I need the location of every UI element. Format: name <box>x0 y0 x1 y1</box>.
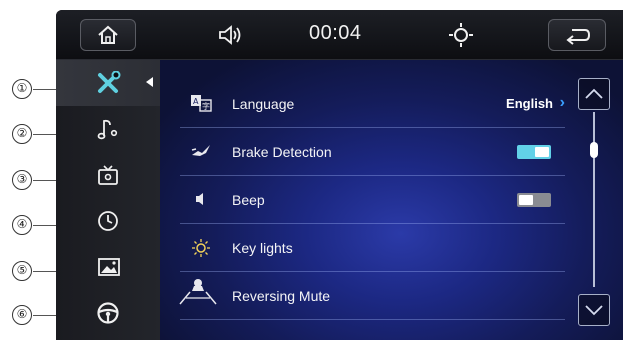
callout-6: ⑥ <box>12 305 32 325</box>
setting-label: Language <box>232 96 295 112</box>
scroll-thumb[interactable] <box>590 142 598 158</box>
beep-toggle[interactable] <box>517 193 551 207</box>
setting-label: Beep <box>232 192 265 208</box>
setting-label: Brake Detection <box>232 144 332 160</box>
reversing-icon <box>179 279 217 305</box>
home-button[interactable] <box>80 19 136 51</box>
toggle-knob <box>519 195 533 205</box>
sidebar-item-audio[interactable] <box>56 106 160 152</box>
brake-detection-toggle[interactable] <box>517 145 551 159</box>
language-value[interactable]: English <box>506 96 553 111</box>
sidebar-item-time[interactable] <box>56 198 160 244</box>
volume-icon[interactable] <box>217 24 243 46</box>
setting-row-brake-detection[interactable]: Brake Detection <box>180 128 565 176</box>
head-unit-screen: 00:04 A 字 Language English › Brake Detec… <box>56 10 623 340</box>
svg-text:字: 字 <box>202 101 210 111</box>
clock-icon <box>98 211 118 231</box>
sidebar-item-picture[interactable] <box>56 244 160 290</box>
language-icon: A 字 <box>191 95 212 112</box>
setting-label: Reversing Mute <box>232 288 331 304</box>
divider <box>180 319 565 320</box>
clock: 00:04 <box>309 22 362 44</box>
tv-icon <box>98 165 118 185</box>
callout-4: ④ <box>12 215 32 235</box>
scrollbar[interactable] <box>574 60 623 340</box>
tools-icon <box>98 71 121 93</box>
chevron-up-icon <box>585 88 603 99</box>
brake-icon <box>191 145 210 156</box>
home-icon <box>98 25 118 44</box>
toggle-knob <box>535 147 549 157</box>
setting-row-language[interactable]: A 字 Language English › <box>180 80 565 128</box>
back-icon <box>566 29 591 45</box>
svg-text:A: A <box>193 97 199 106</box>
music-note-icon <box>97 119 118 140</box>
active-indicator <box>146 77 153 87</box>
sidebar-item-tv[interactable] <box>56 152 160 198</box>
sidebar <box>56 60 160 340</box>
key-light-icon <box>192 239 210 257</box>
scroll-down-button[interactable] <box>578 294 610 326</box>
chevron-right-icon[interactable]: › <box>560 94 565 112</box>
steering-wheel-icon <box>97 302 119 324</box>
setting-label: Key lights <box>232 240 293 256</box>
brightness-icon[interactable] <box>448 22 474 48</box>
scroll-track[interactable] <box>593 112 595 287</box>
sidebar-item-settings[interactable] <box>56 60 160 106</box>
speaker-icon <box>196 193 203 205</box>
picture-icon <box>98 258 120 276</box>
setting-row-beep[interactable]: Beep <box>180 176 565 224</box>
sidebar-item-steering[interactable] <box>56 290 160 336</box>
callout-1: ① <box>12 79 32 99</box>
setting-row-key-lights[interactable]: Key lights <box>180 224 565 272</box>
setting-row-reversing-mute[interactable]: Reversing Mute <box>179 272 565 320</box>
back-button[interactable] <box>548 19 606 51</box>
callout-3: ③ <box>12 170 32 190</box>
callout-2: ② <box>12 124 32 144</box>
callout-5: ⑤ <box>12 261 32 281</box>
settings-panel: A 字 Language English › Brake Detection B… <box>160 60 623 340</box>
scroll-up-button[interactable] <box>578 78 610 110</box>
top-bar: 00:04 <box>56 10 623 60</box>
chevron-down-icon <box>585 305 603 316</box>
